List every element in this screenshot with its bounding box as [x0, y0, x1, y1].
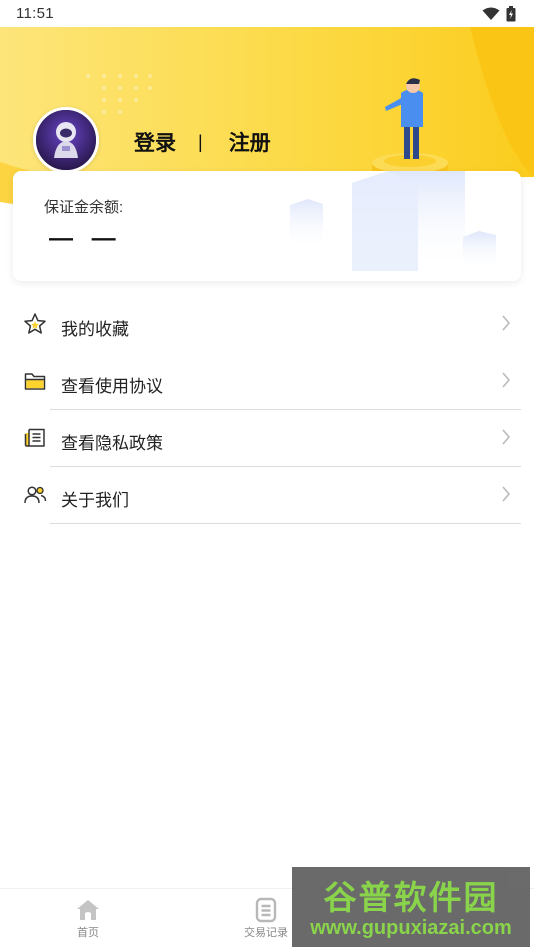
chevron-right-icon: [502, 486, 511, 502]
menu-item-user-agreement[interactable]: 查看使用协议: [0, 353, 534, 410]
wifi-icon: [482, 7, 500, 20]
folder-icon: [24, 373, 46, 390]
avatar[interactable]: [33, 107, 99, 173]
list-icon: [255, 897, 277, 923]
menu-item-label: 我的收藏: [61, 320, 129, 339]
users-icon: [24, 486, 47, 504]
register-link[interactable]: 注册: [229, 127, 271, 157]
menu-item-favorites[interactable]: 我的收藏: [0, 296, 534, 353]
menu-item-privacy-policy[interactable]: 查看隐私政策: [0, 410, 534, 467]
tab-label: 首页: [77, 927, 99, 939]
watermark-url: www.gupuxiazai.com: [310, 917, 512, 939]
divider: [50, 523, 521, 524]
balance-label: 保证金余额:: [44, 199, 124, 216]
chevron-right-icon: [502, 429, 511, 445]
status-time: 11:51: [16, 5, 54, 22]
star-icon: [24, 313, 46, 334]
battery-icon: [506, 5, 516, 21]
astronaut-avatar-icon: [36, 110, 96, 170]
auth-separator: |: [198, 131, 203, 152]
watermark-title: 谷普软件园: [323, 879, 499, 916]
balance-card: 保证金余额: — —: [13, 171, 521, 281]
chevron-right-icon: [502, 315, 511, 331]
tab-home[interactable]: 首页: [48, 897, 128, 940]
menu-item-label: 关于我们: [61, 491, 129, 510]
menu-item-label: 查看使用协议: [61, 377, 163, 396]
login-link[interactable]: 登录: [134, 127, 176, 157]
document-icon: [24, 428, 45, 447]
auth-links: 登录 | 注册: [134, 127, 271, 157]
chevron-right-icon: [502, 372, 511, 388]
menu-item-about-us[interactable]: 关于我们: [0, 467, 534, 524]
status-bar: 11:51: [0, 0, 534, 27]
balance-value: — —: [49, 225, 122, 252]
settings-menu: 我的收藏 查看使用协议 查看隐私政策 关于我们: [0, 296, 534, 524]
menu-item-label: 查看隐私政策: [61, 434, 163, 453]
status-icons: [482, 5, 516, 22]
watermark-logo: 谷普软件园 www.gupuxiazai.com: [292, 867, 530, 947]
home-icon: [77, 900, 99, 920]
